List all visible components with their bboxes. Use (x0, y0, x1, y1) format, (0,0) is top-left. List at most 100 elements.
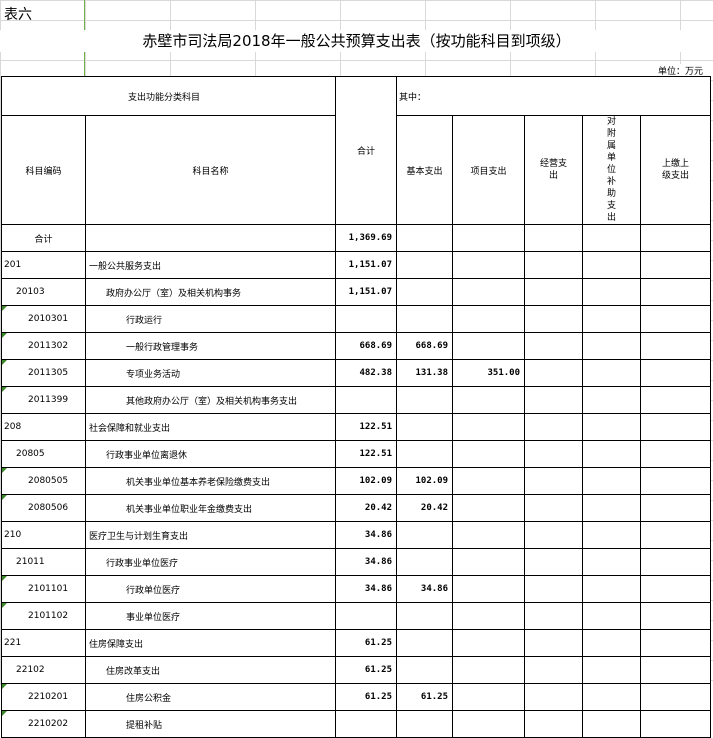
cell-total[interactable]: 1,369.69 (335, 224, 397, 252)
cell-code[interactable]: 210 (1, 521, 86, 549)
cell-operating[interactable] (524, 332, 583, 360)
cell-subsidy[interactable] (582, 278, 641, 306)
cell-code[interactable]: 2010301 (1, 305, 86, 333)
header-basic[interactable]: 基本支出 (396, 115, 453, 225)
table-title[interactable]: 赤壁市司法局2018年一般公共预算支出表（按功能科目到项级） (0, 30, 713, 52)
cell-upper[interactable] (640, 710, 711, 738)
cell-code[interactable]: 201 (1, 251, 86, 279)
cell-total[interactable]: 34.86 (335, 575, 397, 603)
cell-basic[interactable] (396, 629, 453, 657)
cell-basic[interactable]: 131.38 (396, 359, 453, 387)
cell-upper[interactable] (640, 494, 711, 522)
cell-total[interactable]: 61.25 (335, 656, 397, 684)
cell-subsidy[interactable] (582, 629, 641, 657)
cell-operating[interactable] (524, 305, 583, 333)
cell-upper[interactable] (640, 521, 711, 549)
cell-name[interactable]: 行政运行 (85, 305, 336, 333)
header-project[interactable]: 项目支出 (452, 115, 525, 225)
cell-name[interactable]: 住房保障支出 (85, 629, 336, 657)
cell-name[interactable] (85, 224, 336, 252)
cell-total[interactable]: 102.09 (335, 467, 397, 495)
header-operating[interactable]: 经营支出 (524, 115, 583, 225)
cell-total[interactable]: 1,151.07 (335, 278, 397, 306)
cell-upper[interactable] (640, 305, 711, 333)
cell-project[interactable] (452, 521, 525, 549)
cell-total[interactable] (335, 386, 397, 414)
cell-total[interactable]: 61.25 (335, 629, 397, 657)
cell-code[interactable]: 2210201 (1, 683, 86, 711)
cell-upper[interactable] (640, 413, 711, 441)
cell-total[interactable]: 1,151.07 (335, 251, 397, 279)
cell-upper[interactable] (640, 386, 711, 414)
cell-code[interactable]: 合计 (1, 224, 86, 252)
cell-upper[interactable] (640, 251, 711, 279)
cell-code[interactable]: 21011 (1, 548, 86, 576)
cell-basic[interactable] (396, 548, 453, 576)
cell-operating[interactable] (524, 386, 583, 414)
cell-total[interactable] (335, 305, 397, 333)
header-code[interactable]: 科目编码 (1, 115, 86, 225)
cell-upper[interactable] (640, 224, 711, 252)
cell-name[interactable]: 政府办公厅（室）及相关机构事务 (85, 278, 336, 306)
cell-operating[interactable] (524, 602, 583, 630)
cell-name[interactable]: 提租补贴 (85, 710, 336, 738)
cell-name[interactable]: 一般行政管理事务 (85, 332, 336, 360)
cell-subsidy[interactable] (582, 683, 641, 711)
cell-project[interactable] (452, 602, 525, 630)
cell-subsidy[interactable] (582, 332, 641, 360)
cell-total[interactable]: 34.86 (335, 548, 397, 576)
cell-subsidy[interactable] (582, 386, 641, 414)
cell-code[interactable]: 20103 (1, 278, 86, 306)
cell-basic[interactable]: 668.69 (396, 332, 453, 360)
cell-subsidy[interactable] (582, 710, 641, 738)
cell-name[interactable]: 住房公积金 (85, 683, 336, 711)
cell-operating[interactable] (524, 359, 583, 387)
header-upper[interactable]: 上缴上级支出 (640, 115, 711, 225)
cell-subsidy[interactable] (582, 521, 641, 549)
cell-basic[interactable]: 34.86 (396, 575, 453, 603)
cell-operating[interactable] (524, 710, 583, 738)
cell-code[interactable]: 22102 (1, 656, 86, 684)
cell-upper[interactable] (640, 575, 711, 603)
cell-project[interactable] (452, 440, 525, 468)
cell-upper[interactable] (640, 548, 711, 576)
cell-basic[interactable] (396, 413, 453, 441)
cell-operating[interactable] (524, 251, 583, 279)
cell-basic[interactable] (396, 710, 453, 738)
cell-subsidy[interactable] (582, 467, 641, 495)
cell-code[interactable]: 2011302 (1, 332, 86, 360)
cell-operating[interactable] (524, 656, 583, 684)
cell-name[interactable]: 机关事业单位职业年金缴费支出 (85, 494, 336, 522)
cell-operating[interactable] (524, 440, 583, 468)
cell-basic[interactable]: 102.09 (396, 467, 453, 495)
cell-operating[interactable] (524, 521, 583, 549)
cell-name[interactable]: 行政事业单位离退休 (85, 440, 336, 468)
cell-total[interactable]: 122.51 (335, 440, 397, 468)
cell-name[interactable]: 机关事业单位基本养老保险缴费支出 (85, 467, 336, 495)
cell-basic[interactable] (396, 251, 453, 279)
cell-project[interactable] (452, 710, 525, 738)
cell-total[interactable] (335, 710, 397, 738)
cell-upper[interactable] (640, 359, 711, 387)
cell-project[interactable] (452, 332, 525, 360)
cell-code[interactable]: 221 (1, 629, 86, 657)
cell-code[interactable]: 2101101 (1, 575, 86, 603)
sheet-label[interactable]: 表六 (4, 4, 32, 24)
cell-total[interactable]: 61.25 (335, 683, 397, 711)
cell-name[interactable]: 住房改革支出 (85, 656, 336, 684)
cell-upper[interactable] (640, 467, 711, 495)
cell-code[interactable]: 2080506 (1, 494, 86, 522)
cell-project[interactable] (452, 575, 525, 603)
cell-name[interactable]: 行政单位医疗 (85, 575, 336, 603)
cell-basic[interactable] (396, 602, 453, 630)
cell-subsidy[interactable] (582, 251, 641, 279)
cell-subsidy[interactable] (582, 494, 641, 522)
cell-total[interactable]: 34.86 (335, 521, 397, 549)
cell-operating[interactable] (524, 548, 583, 576)
cell-upper[interactable] (640, 440, 711, 468)
cell-upper[interactable] (640, 602, 711, 630)
cell-operating[interactable] (524, 278, 583, 306)
cell-upper[interactable] (640, 656, 711, 684)
cell-operating[interactable] (524, 575, 583, 603)
cell-project[interactable] (452, 494, 525, 522)
